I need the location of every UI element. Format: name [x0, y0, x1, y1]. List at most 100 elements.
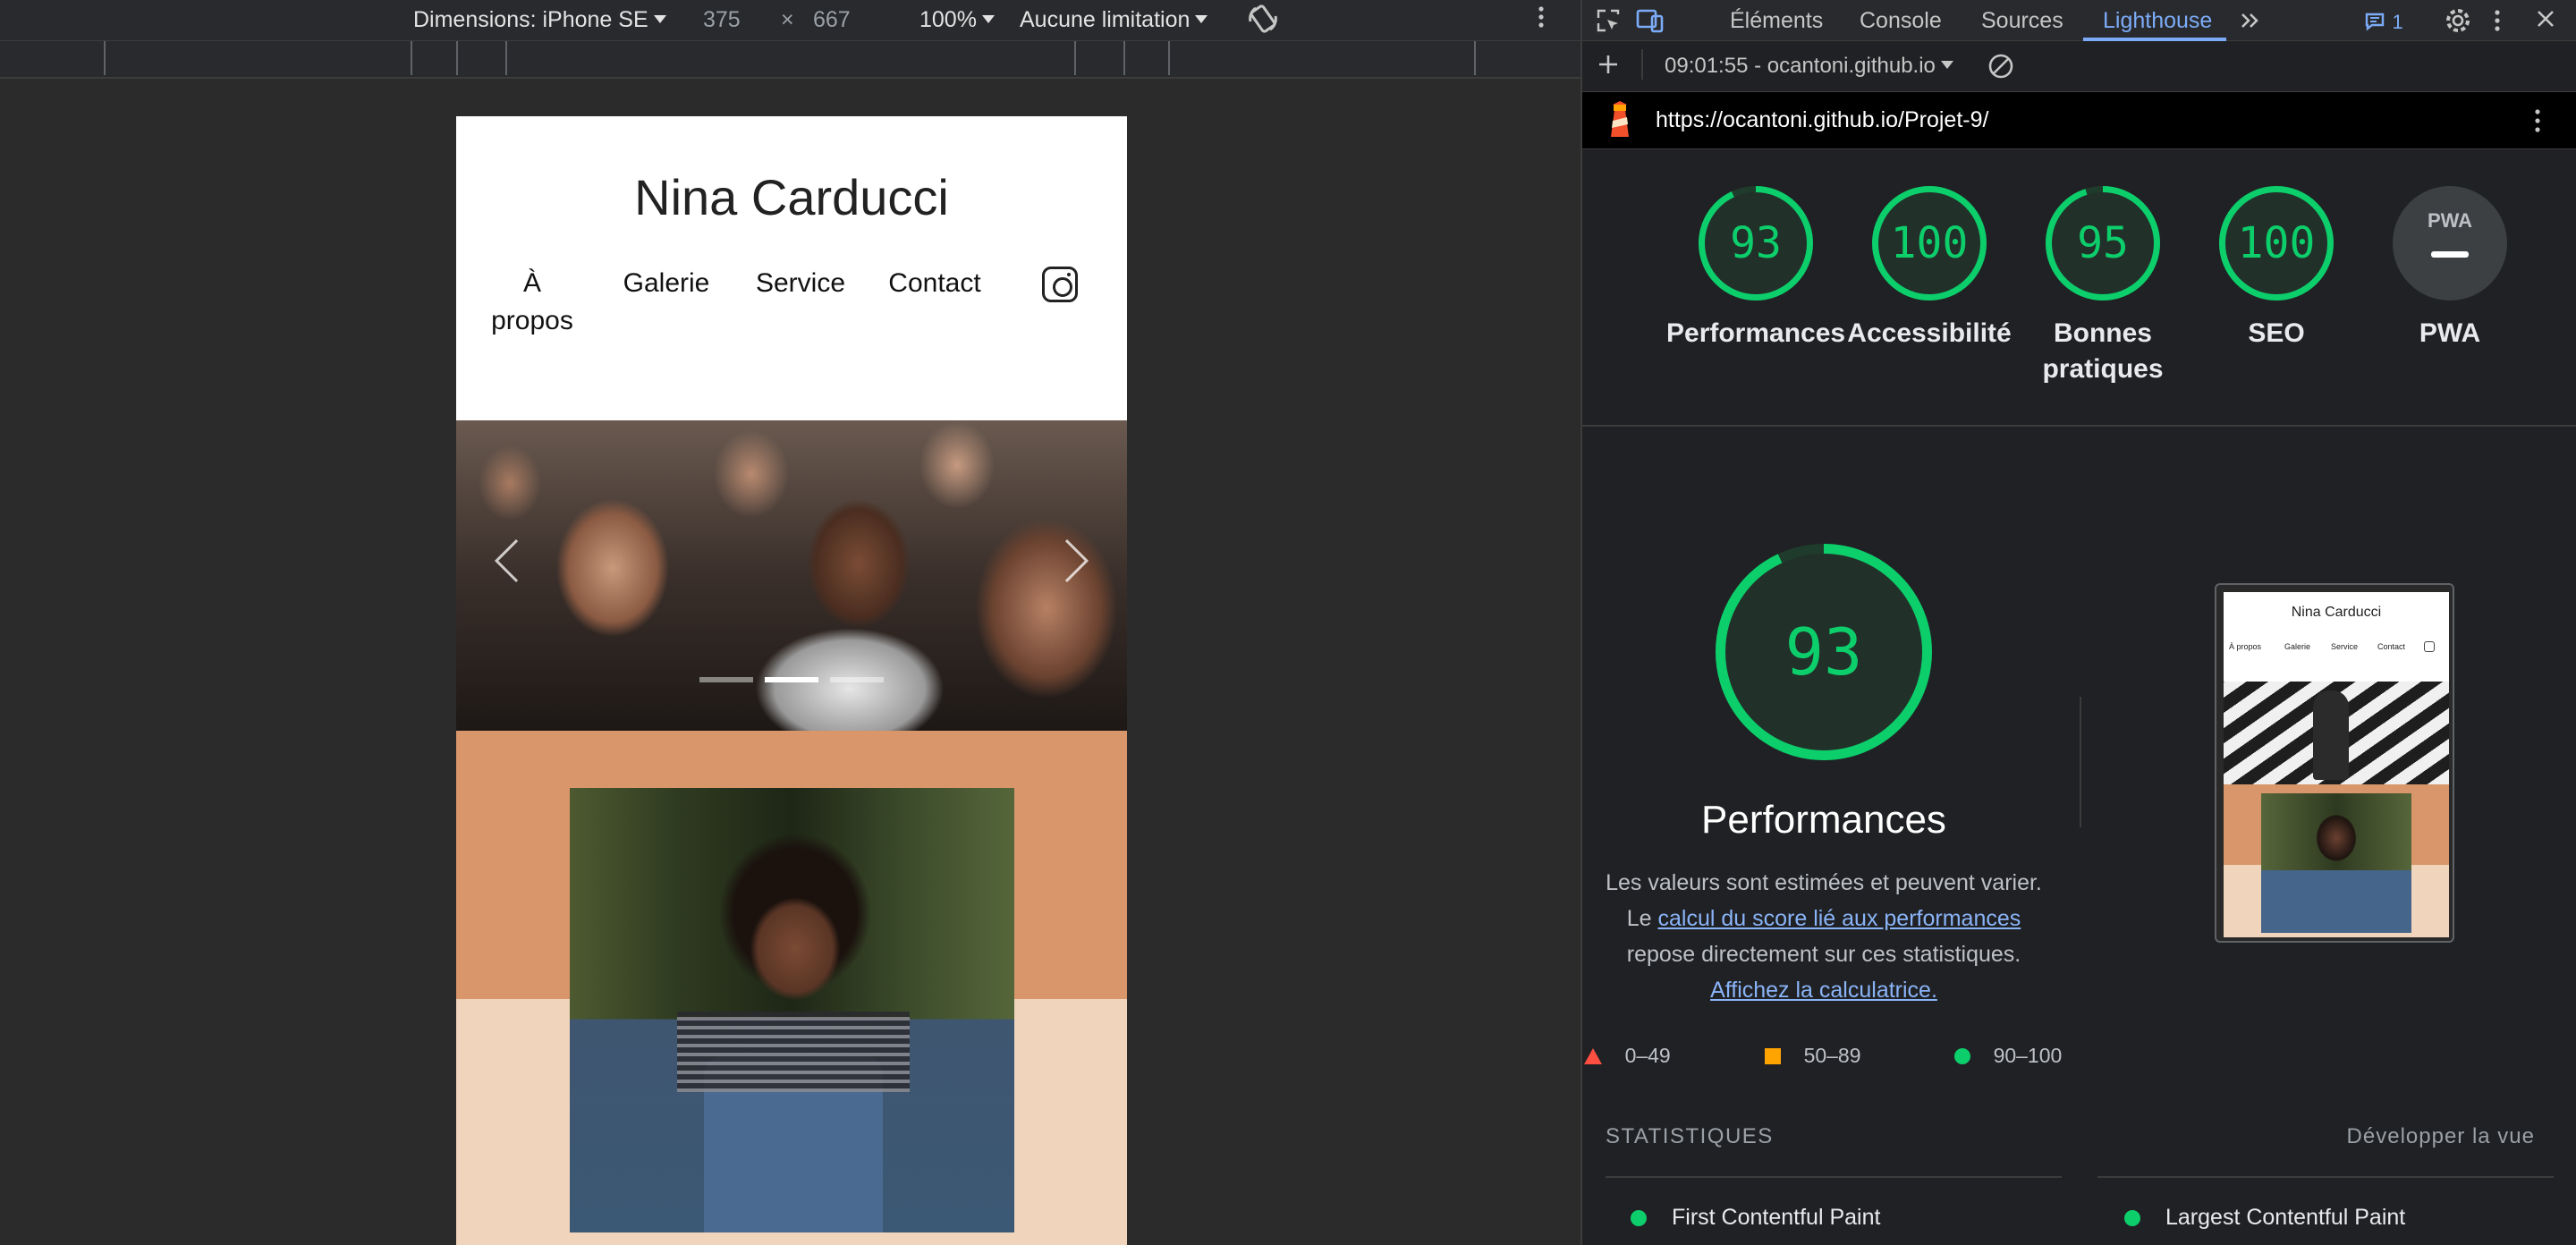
gauge-pwa[interactable]: PWA PWA: [2360, 185, 2539, 351]
rotate-icon[interactable]: [1247, 2, 1279, 42]
add-report-icon[interactable]: [1595, 51, 1622, 84]
issues-counter[interactable]: 1: [2357, 7, 2411, 34]
lighthouse-url-bar: https://ocantoni.github.io/Projet-9/: [1582, 92, 2576, 149]
chevron-down-icon: [1195, 15, 1208, 23]
gauge-accessibility[interactable]: 100 Accessibilité: [1840, 185, 2019, 351]
report-menu-icon[interactable]: [2533, 106, 2542, 140]
ruler-tick: [505, 41, 507, 75]
pass-circle-icon: [1631, 1210, 1647, 1226]
legend-pass: 90–100: [1954, 1044, 2062, 1068]
more-vertical-icon[interactable]: [2484, 7, 2511, 34]
tab-lighthouse[interactable]: Lighthouse: [2103, 8, 2212, 34]
report-url[interactable]: https://ocantoni.github.io/Projet-9/: [1656, 107, 1988, 133]
throttle-select[interactable]: Aucune limitation: [1020, 7, 1208, 33]
calculator-link[interactable]: Affichez la calculatrice.: [1710, 978, 1937, 1003]
metric-label: Largest Contentful Paint: [2165, 1205, 2406, 1230]
nav-about[interactable]: À propos: [474, 265, 590, 340]
nav-gallery[interactable]: Galerie: [608, 265, 724, 302]
site-title: Nina Carducci: [634, 169, 949, 225]
pass-circle-icon: [2124, 1210, 2140, 1226]
stats-divider: [1606, 1176, 2062, 1178]
device-emulation-area: Dimensions: iPhone SE 375 × 667 100% Auc…: [0, 0, 1580, 1245]
chevron-down-icon: [981, 15, 995, 23]
media-query-ruler[interactable]: [0, 41, 1580, 79]
device-select[interactable]: Dimensions: iPhone SE: [413, 7, 666, 33]
width-input[interactable]: 375: [703, 7, 741, 33]
inspect-element-icon[interactable]: [1595, 7, 1622, 34]
gauge-seo[interactable]: 100 SEO: [2187, 185, 2366, 351]
clear-icon[interactable]: [1987, 52, 2015, 87]
portrait-image: [570, 788, 1014, 1232]
gauge-best-practices[interactable]: 95 Bonnes pratiques: [2013, 185, 2192, 387]
triangle-icon: [1584, 1048, 1602, 1064]
carousel-indicator[interactable]: [830, 677, 884, 682]
devtools-tabbar: Éléments Console Sources Lighthouse 1: [1582, 0, 2576, 41]
tab-sources[interactable]: Sources: [1981, 8, 2063, 34]
chevron-down-icon: [1940, 61, 1953, 69]
instagram-icon: [2424, 641, 2435, 652]
device-toggle-icon[interactable]: [1636, 7, 1664, 34]
legend-fail: 0–49: [1584, 1044, 1671, 1068]
close-icon[interactable]: [2532, 7, 2559, 34]
carousel-indicator[interactable]: [699, 677, 753, 682]
tab-console[interactable]: Console: [1860, 8, 1942, 34]
zoom-select[interactable]: 100%: [919, 7, 995, 33]
score-legend: 0–49 50–89 90–100: [1582, 1044, 2083, 1080]
score-calculation-link[interactable]: calcul du score lié aux performances: [1658, 906, 2021, 931]
more-vertical-icon[interactable]: [1537, 4, 1546, 37]
issues-count: 1: [2392, 11, 2403, 33]
thumbnail-nav-item: Galerie: [2284, 642, 2311, 651]
more-tabs-icon[interactable]: [2237, 7, 2264, 34]
ruler-tick: [1074, 41, 1076, 75]
thumbnail-nav-item: À propos: [2229, 642, 2262, 651]
stats-header: STATISTIQUES Développer la vue: [1582, 1124, 2576, 1160]
report-selector[interactable]: 09:01:55 - ocantoni.github.io: [1665, 54, 1953, 79]
section-divider: [2080, 697, 2081, 827]
metric-lcp[interactable]: Largest Contentful Paint: [2124, 1205, 2405, 1231]
gauge-label: PWA: [2419, 318, 2481, 348]
devtools-panel: Éléments Console Sources Lighthouse 1 09…: [1580, 0, 2576, 1245]
metric-fcp[interactable]: First Contentful Paint: [1631, 1205, 1880, 1231]
instagram-icon[interactable]: [1042, 267, 1078, 302]
toolbar-divider: [1641, 49, 1643, 80]
thumbnail-nav-item: Contact: [2377, 642, 2406, 651]
nav-service[interactable]: Service: [742, 265, 859, 302]
carousel-next-icon[interactable]: [1045, 538, 1089, 583]
performance-description: Les valeurs sont estimées et peuvent var…: [1591, 865, 2056, 1008]
thumbnail-portrait: [2261, 793, 2411, 933]
times-icon: ×: [781, 7, 794, 32]
gauge-label: Accessibilité: [1847, 318, 2012, 348]
gauge-score: 100: [1890, 218, 1969, 268]
about-section: [456, 731, 1127, 1245]
ruler-tick: [1474, 41, 1476, 75]
gauge-score: 100: [2237, 218, 2316, 268]
ruler-tick: [1168, 41, 1170, 75]
device-toolbar: Dimensions: iPhone SE 375 × 667 100% Auc…: [0, 0, 1580, 41]
tab-elements[interactable]: Éléments: [1730, 8, 1823, 34]
settings-gear-icon[interactable]: [2445, 7, 2471, 34]
lighthouse-logo-icon: [1611, 101, 1629, 137]
carousel-prev-icon[interactable]: [494, 538, 538, 583]
legend-pass-label: 90–100: [1993, 1044, 2063, 1067]
carousel-indicator-active[interactable]: [765, 677, 818, 682]
lighthouse-toolbar: 09:01:55 - ocantoni.github.io: [1582, 42, 2576, 92]
nav-contact[interactable]: Contact: [877, 265, 993, 302]
ruler-tick: [456, 41, 458, 75]
height-input[interactable]: 667: [813, 7, 851, 33]
circle-icon: [1954, 1048, 1970, 1064]
final-screenshot-thumbnail[interactable]: Nina Carducci À propos Galerie Service C…: [2215, 583, 2454, 943]
thumbnail-title: Nina Carducci: [2291, 605, 2382, 620]
throttle-label: Aucune limitation: [1020, 7, 1191, 32]
expand-view-toggle[interactable]: Développer la vue: [2347, 1124, 2535, 1149]
performance-title: Performances: [1701, 798, 1946, 842]
ruler-tick: [411, 41, 412, 75]
ruler-tick: [1123, 41, 1125, 75]
report-selector-label: 09:01:55 - ocantoni.github.io: [1665, 54, 1936, 78]
legend-average-label: 50–89: [1803, 1044, 1861, 1067]
ruler-tick: [104, 41, 106, 75]
gauge-performance[interactable]: 93 Performances: [1666, 185, 1845, 351]
pwa-badge-text: PWA: [2427, 209, 2473, 232]
zoom-label: 100%: [919, 7, 977, 32]
thumbnail-nav-item: Service: [2331, 642, 2359, 651]
thumbnail-page: Nina Carducci À propos Galerie Service C…: [2224, 592, 2449, 937]
